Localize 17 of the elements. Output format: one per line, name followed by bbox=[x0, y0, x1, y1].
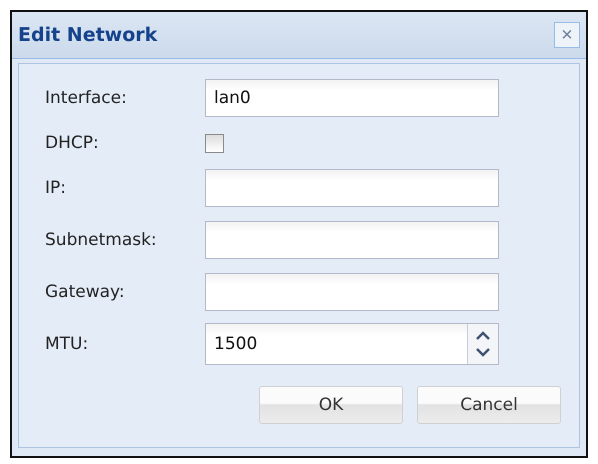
field-label: DHCP: bbox=[45, 133, 100, 153]
number-field[interactable]: 1500 bbox=[205, 323, 499, 365]
text-field[interactable] bbox=[205, 169, 499, 207]
checkbox[interactable] bbox=[205, 134, 224, 152]
field-label: MTU: bbox=[45, 334, 90, 354]
text-field[interactable] bbox=[205, 221, 499, 259]
field-label: Gateway: bbox=[45, 282, 126, 302]
window-title: Edit Network bbox=[18, 24, 158, 46]
field-label: Interface: bbox=[45, 88, 128, 108]
dialog-button[interactable]: OK bbox=[259, 386, 403, 424]
text-field[interactable]: lan0 bbox=[205, 79, 499, 117]
field-label: Subnetmask: bbox=[45, 230, 158, 250]
spinner-arrows-icon[interactable] bbox=[467, 324, 498, 364]
text-field[interactable] bbox=[205, 273, 499, 311]
dialog-button[interactable]: Cancel bbox=[417, 386, 561, 424]
close-button[interactable]: × bbox=[554, 22, 580, 48]
field-label: IP: bbox=[45, 178, 67, 198]
